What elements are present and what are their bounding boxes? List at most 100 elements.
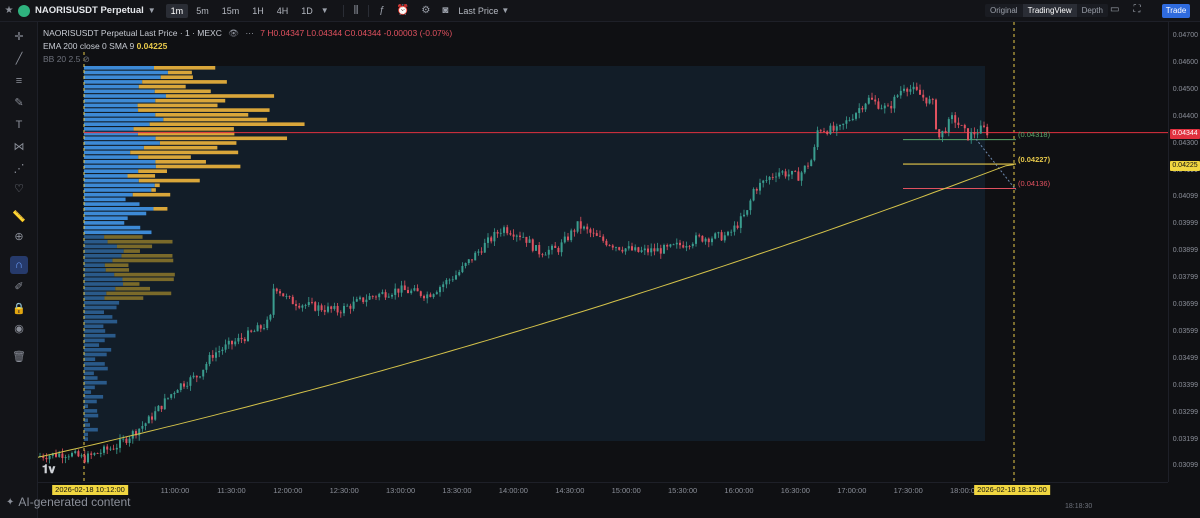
exchange-logo-icon [18, 4, 30, 17]
text-icon[interactable]: T [10, 116, 28, 134]
more-icon[interactable]: ⋯ [245, 28, 254, 38]
price-tick: 0.03099 [1172, 462, 1198, 470]
candle-body [803, 165, 806, 173]
candle-body [976, 133, 979, 135]
alert-icon[interactable]: ⏰ [397, 5, 409, 16]
candle-body [503, 227, 505, 233]
timeframe-1h[interactable]: 1H [247, 4, 269, 18]
crosshair-icon[interactable]: ✛ [10, 28, 28, 46]
volume-profile-bar [84, 348, 112, 352]
timeframe-5m[interactable]: 5m [191, 4, 214, 18]
candle-body [128, 438, 131, 443]
candle-body [176, 390, 179, 393]
volume-profile-bar [138, 169, 167, 173]
candle-body [243, 339, 246, 342]
timeframe-4h[interactable]: 4H [272, 4, 294, 18]
volume-profile-bar [84, 286, 116, 291]
timeframe-1m[interactable]: 1m [165, 3, 189, 18]
candle-body [119, 439, 121, 448]
candle-body [919, 89, 921, 95]
volume-profile-bar [84, 432, 88, 437]
brush-icon[interactable]: ✎ [10, 94, 28, 112]
candle-body [653, 248, 656, 252]
candle-body [506, 227, 509, 234]
trend-line-icon[interactable]: ╱ [10, 50, 28, 68]
price-tick: 0.03199 [1172, 435, 1198, 443]
fullscreen-icon[interactable]: ⛶ [1133, 4, 1140, 15]
candle-body [871, 97, 873, 100]
candle-body [915, 86, 918, 90]
heart-icon[interactable]: ♡ [10, 180, 28, 198]
candle-body [522, 236, 525, 238]
legend-ema-label: EMA 200 close 0 SMA 9 [43, 41, 135, 51]
candle-body [723, 235, 726, 241]
timeframe-1d[interactable]: 1D [296, 4, 318, 18]
candle-body [547, 249, 550, 255]
view-depth[interactable]: Depth [1077, 4, 1108, 17]
pattern-icon[interactable]: ⋈ [10, 138, 28, 156]
candle-body [266, 319, 269, 329]
volume-profile-bar [130, 150, 239, 155]
volume-profile-bar [155, 113, 249, 117]
prediction-icon[interactable]: ⋰ [10, 160, 28, 178]
price-chart-canvas[interactable] [37, 22, 1168, 482]
timeframe-15m[interactable]: 15m [217, 4, 245, 18]
candle-body [61, 453, 64, 459]
candle-body [464, 263, 467, 266]
eye-icon[interactable]: ◉ [10, 320, 28, 338]
volume-profile-bar [84, 291, 107, 296]
camera-icon[interactable]: ◙ [442, 5, 448, 16]
volume-profile-bar [143, 145, 218, 150]
lock-icon[interactable]: 🔒 [10, 300, 28, 318]
layout-icon[interactable]: ▭ [1110, 4, 1119, 15]
favorite-star-icon[interactable]: ★ [0, 5, 18, 16]
eye-icon[interactable]: 👁 [228, 28, 239, 38]
volume-profile-bar [84, 136, 156, 141]
settings-gear-icon[interactable]: ⚙ [421, 5, 430, 16]
time-tick: 12:30:00 [329, 486, 359, 495]
magnet-icon[interactable]: ∩ [10, 256, 28, 274]
timeframe-dropdown-icon[interactable]: ▼ [321, 6, 329, 15]
ruler-icon[interactable]: 📏 [10, 208, 28, 226]
indicators-icon[interactable]: ƒ [379, 5, 385, 16]
volume-profile-bar [115, 286, 151, 291]
volume-profile-bar [84, 437, 88, 441]
candle-body [794, 170, 797, 172]
view-original[interactable]: Original [985, 4, 1023, 17]
candle-body [445, 280, 448, 285]
candle-body [103, 446, 105, 453]
candle-body [736, 225, 739, 228]
candle-body [829, 125, 832, 135]
volume-profile-bar [84, 277, 123, 282]
price-tick: 0.04700 [1172, 32, 1198, 39]
candle-body [474, 252, 477, 261]
candle-body [221, 349, 224, 351]
symbol-dropdown-icon[interactable]: ▼ [148, 6, 156, 15]
trash-icon[interactable]: 🗑 [10, 348, 28, 366]
hidden-eye-icon[interactable]: ⊘ [83, 54, 90, 64]
view-tradingview[interactable]: TradingView [1022, 4, 1077, 17]
time-axis[interactable]: 11:00:00 11:30:00 12:00:00 12:30:00 13:00:00… [38, 482, 1168, 496]
zoom-in-icon[interactable]: ⊕ [10, 228, 28, 246]
candle-body [288, 296, 291, 297]
ai-watermark: ✦ AI-generated content [6, 495, 130, 509]
candle-body [922, 94, 925, 98]
lock-drawings-icon[interactable]: ✐ [10, 278, 28, 296]
price-axis[interactable]: 0.047000.046000.045000.044000.043000.041… [1168, 22, 1200, 482]
symbol-name[interactable]: NAORISUSDT Perpetual [35, 5, 144, 16]
horizontal-lines-icon[interactable]: ≡ [10, 72, 28, 90]
candle-type-icon[interactable]: ⫼ [354, 5, 359, 16]
chart-area[interactable] [37, 22, 1168, 482]
time-tick: 17:30:00 [893, 486, 923, 495]
tradingview-logo-icon: 𝟏𝐯 [42, 462, 56, 476]
volume-profile-bar [84, 254, 122, 258]
candle-body [925, 97, 928, 104]
price-type-select[interactable]: Last Price [458, 6, 498, 16]
price-type-dropdown-icon[interactable]: ▼ [501, 6, 509, 15]
time-end-label: 2026-02-18 18:12:00 [974, 485, 1050, 495]
trade-button[interactable]: Trade [1162, 4, 1190, 18]
candle-body [362, 297, 365, 303]
volume-profile-bar [149, 122, 305, 126]
volume-profile-bar [155, 160, 206, 164]
candle-body [624, 248, 627, 252]
